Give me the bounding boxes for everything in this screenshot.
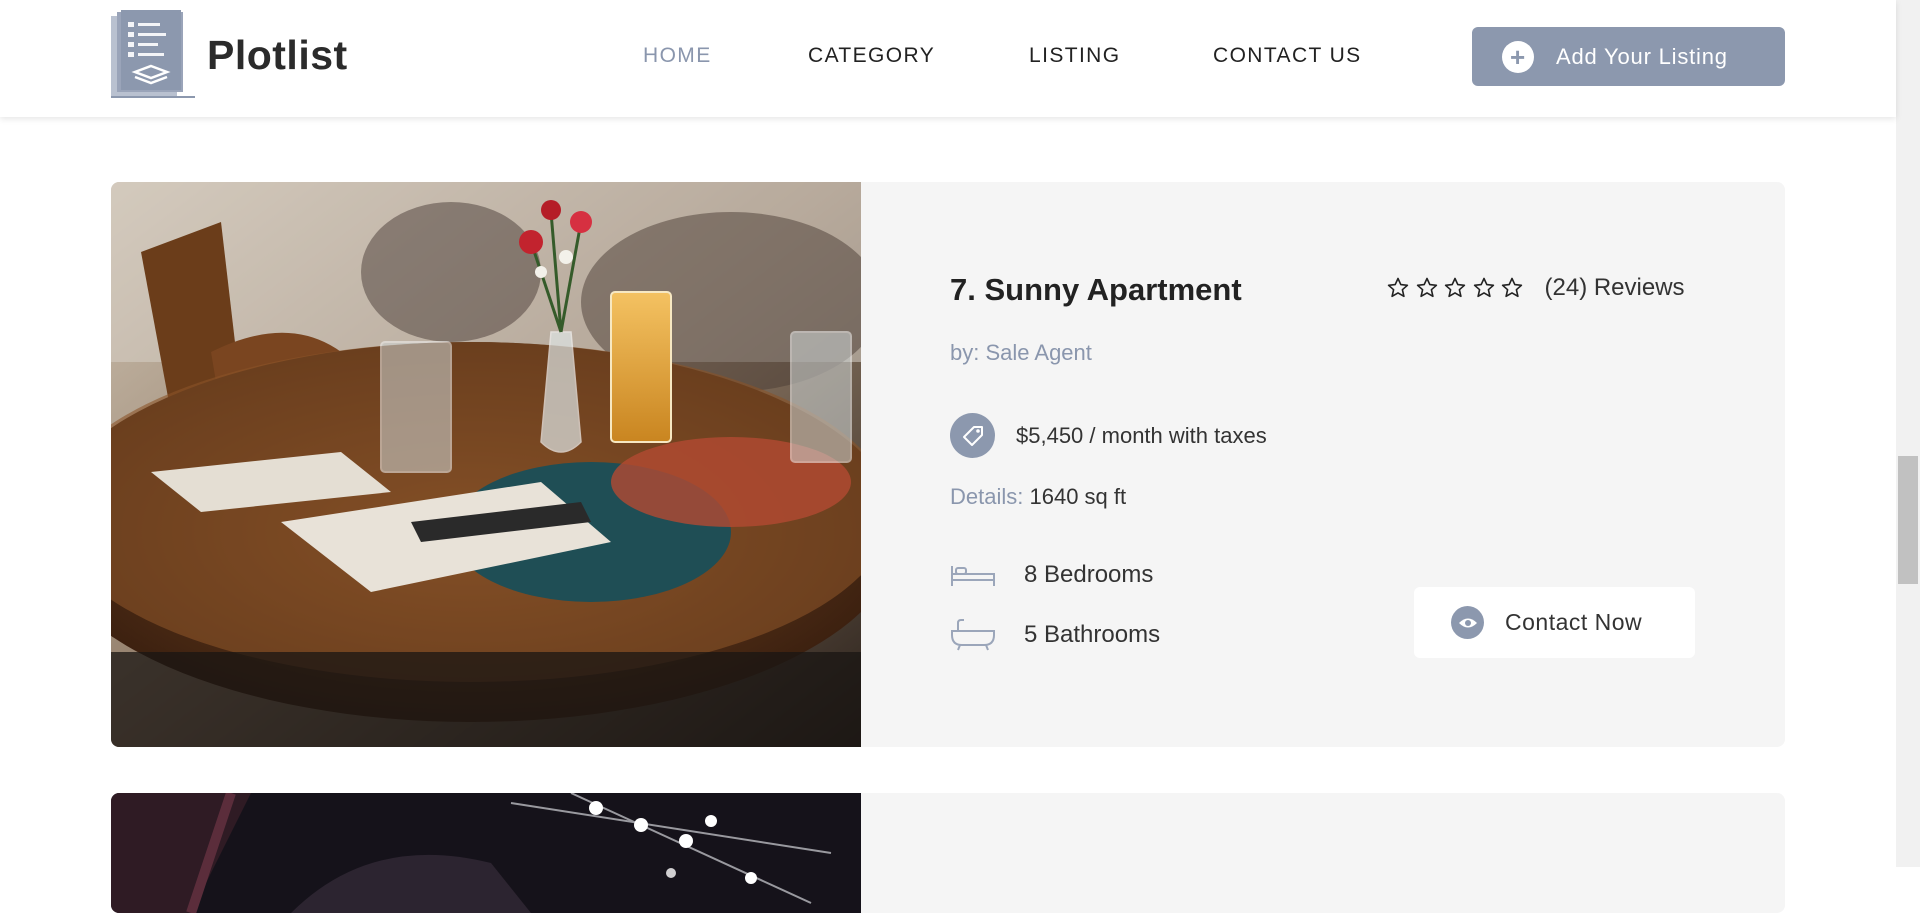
nav-item-home[interactable]: HOME	[643, 44, 712, 68]
reviews-count[interactable]: (24) Reviews	[1545, 274, 1685, 302]
logo-icon	[111, 10, 195, 98]
listing-title[interactable]: 7. Sunny Apartment	[950, 272, 1242, 308]
nav-item-listing[interactable]: LISTING	[1029, 44, 1120, 68]
listing-photo-next[interactable]	[111, 793, 861, 913]
nav-item-contact-us[interactable]: CONTACT US	[1213, 44, 1362, 68]
brand-name: Plotlist	[207, 31, 348, 78]
concert-image	[111, 793, 861, 913]
listing-card-next	[111, 793, 1785, 913]
add-listing-label: Add Your Listing	[1556, 43, 1728, 69]
add-listing-button[interactable]: + Add Your Listing	[1472, 27, 1785, 86]
bed-icon	[951, 566, 995, 586]
price-tag-icon	[950, 413, 995, 458]
eye-icon	[1451, 606, 1484, 639]
star-icon	[1416, 277, 1437, 298]
details-label: Details:	[950, 484, 1024, 509]
bathrooms-count: 5 Bathrooms	[1024, 621, 1161, 648]
details-value: 1640 sq ft	[1029, 484, 1127, 509]
scrollbar-thumb[interactable]	[1898, 456, 1918, 584]
rating: (24) Reviews	[1386, 274, 1685, 302]
nav-item-category[interactable]: CATEGORY	[808, 44, 935, 68]
listing-details: Details: 1640 sq ft	[950, 484, 1126, 510]
contact-now-label: Contact Now	[1505, 609, 1643, 635]
bathrooms-row: 5 Bathrooms	[950, 619, 1160, 651]
listing-price: $5,450 / month with taxes	[1016, 422, 1267, 448]
contact-now-button[interactable]: Contact Now	[1414, 587, 1695, 658]
bedrooms-row: 8 Bedrooms	[950, 561, 1153, 589]
plus-icon: +	[1502, 40, 1534, 73]
price-row: $5,450 / month with taxes	[950, 413, 1267, 458]
star-icon	[1444, 277, 1466, 298]
bedrooms-count: 8 Bedrooms	[1024, 561, 1154, 588]
page-scrollbar[interactable]	[1896, 0, 1920, 867]
listing-agent[interactable]: by: Sale Agent	[950, 340, 1092, 366]
listing-card	[111, 182, 1785, 747]
site-header: Plotlist HOME CATEGORY LISTING CONTACT U…	[0, 0, 1896, 117]
star-icon	[1387, 277, 1409, 298]
star-icon	[1473, 277, 1494, 298]
brand-logo[interactable]: Plotlist	[111, 10, 348, 100]
star-icon	[1501, 277, 1523, 298]
bathtub-icon	[951, 619, 995, 651]
